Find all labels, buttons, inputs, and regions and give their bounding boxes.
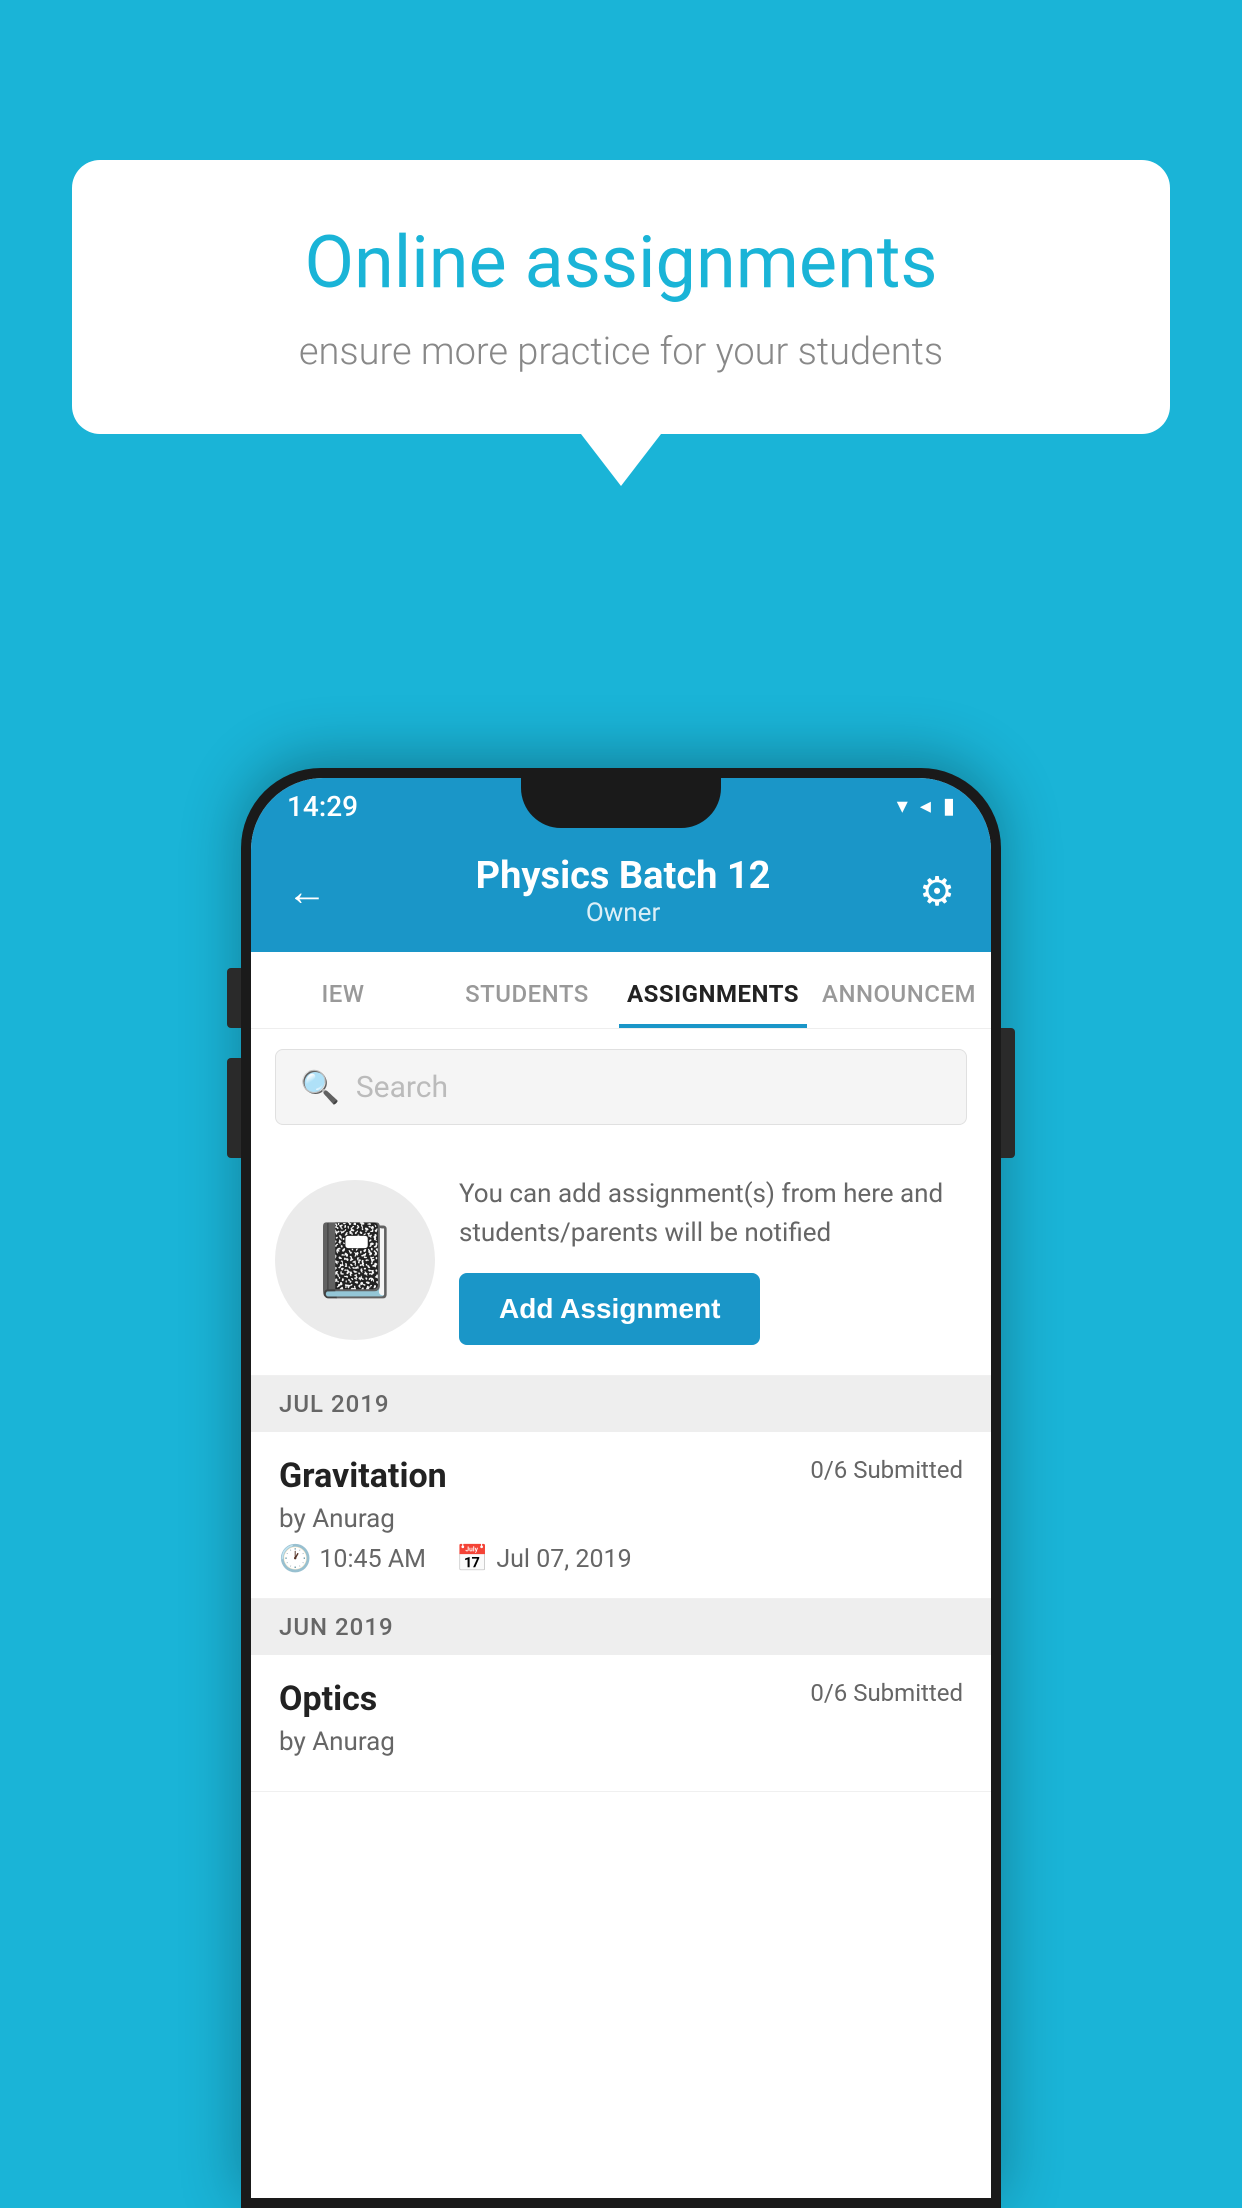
clock-icon: 🕐 [279,1544,311,1574]
tabs-bar: IEW STUDENTS ASSIGNMENTS ANNOUNCEM [251,952,991,1029]
back-button[interactable]: ← [287,868,327,915]
assignment-top-optics: Optics 0/6 Submitted [279,1679,963,1719]
section-header-jul-2019: JUL 2019 [251,1376,991,1432]
phone-screen: 14:29 ▾ ◂ ▮ ← Physics Batch 12 Owner ⚙ I… [251,778,991,2198]
notebook-icon-container: 📓 [275,1180,435,1340]
speech-bubble: Online assignments ensure more practice … [72,160,1170,434]
search-placeholder: Search [356,1070,448,1105]
assignment-time-value: 10:45 AM [319,1545,426,1574]
assignment-item-optics[interactable]: Optics 0/6 Submitted by Anurag [251,1655,991,1792]
settings-icon[interactable]: ⚙ [919,868,955,915]
promo-text: You can add assignment(s) from here and … [459,1175,967,1253]
side-button-volume-down [227,1058,241,1158]
assignment-date-value: Jul 07, 2019 [496,1545,631,1574]
speech-bubble-container: Online assignments ensure more practice … [72,160,1170,486]
phone-frame: 14:29 ▾ ◂ ▮ ← Physics Batch 12 Owner ⚙ I… [241,768,1001,2208]
signal-icon: ◂ [920,794,931,819]
speech-bubble-arrow [581,434,661,486]
tab-assignments[interactable]: ASSIGNMENTS [619,952,807,1028]
assignment-time: 🕐 10:45 AM [279,1544,426,1574]
assignment-title: Gravitation [279,1456,447,1496]
assignment-top: Gravitation 0/6 Submitted [279,1456,963,1496]
status-time: 14:29 [287,790,358,823]
tab-announcements[interactable]: ANNOUNCEM [807,952,991,1028]
search-container: 🔍 Search [251,1029,991,1145]
header-center: Physics Batch 12 Owner [327,854,919,928]
header-title: Physics Batch 12 [327,854,919,898]
calendar-icon: 📅 [456,1544,488,1574]
speech-bubble-title: Online assignments [152,220,1090,306]
assignment-submitted: 0/6 Submitted [810,1456,963,1484]
tab-iew[interactable]: IEW [251,952,435,1028]
assignment-by: by Anurag [279,1504,963,1534]
notebook-icon: 📓 [310,1218,400,1303]
header-subtitle: Owner [327,898,919,928]
tab-students[interactable]: STUDENTS [435,952,619,1028]
add-assignment-button[interactable]: Add Assignment [459,1273,760,1345]
assignment-meta: 🕐 10:45 AM 📅 Jul 07, 2019 [279,1544,963,1574]
promo-content: You can add assignment(s) from here and … [459,1175,967,1345]
search-icon: 🔍 [300,1068,340,1106]
search-bar[interactable]: 🔍 Search [275,1049,967,1125]
side-button-power [1001,1028,1015,1158]
phone-notch [521,778,721,828]
side-button-volume-up [227,968,241,1028]
speech-bubble-subtitle: ensure more practice for your students [152,330,1090,374]
assignment-by-optics: by Anurag [279,1727,963,1757]
battery-icon: ▮ [943,794,955,819]
app-header: ← Physics Batch 12 Owner ⚙ [251,834,991,952]
wifi-icon: ▾ [897,794,908,819]
status-icons: ▾ ◂ ▮ [897,794,955,819]
section-header-jun-2019: JUN 2019 [251,1599,991,1655]
assignment-item-gravitation[interactable]: Gravitation 0/6 Submitted by Anurag 🕐 10… [251,1432,991,1599]
assignment-submitted-optics: 0/6 Submitted [810,1679,963,1707]
assignment-date: 📅 Jul 07, 2019 [456,1544,632,1574]
assignment-title-optics: Optics [279,1679,377,1719]
add-assignment-promo: 📓 You can add assignment(s) from here an… [251,1145,991,1376]
